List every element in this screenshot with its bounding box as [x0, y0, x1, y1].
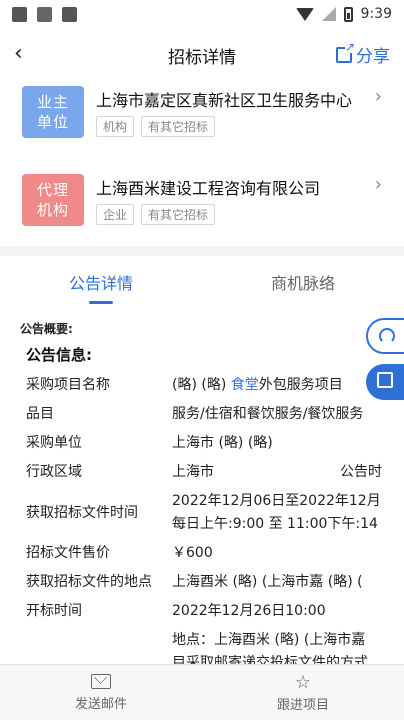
- row-label: 行政区域: [26, 464, 82, 480]
- customer-service-button[interactable]: [366, 318, 404, 354]
- owner-badge-line2: 单位: [36, 113, 69, 131]
- tab-announcement-detail[interactable]: 公告详情: [0, 262, 202, 306]
- tag: 企业: [96, 204, 135, 225]
- agent-badge-line1: 代理: [36, 181, 69, 199]
- agent-card[interactable]: 代理 机构 上海酉米建设工程咨询有限公司 › 企业 有其它招标: [22, 174, 392, 230]
- tag: 机构: [96, 116, 135, 137]
- chevron-right-icon: ›: [374, 86, 382, 107]
- document-button[interactable]: [366, 364, 404, 400]
- row-value: ￥600: [172, 545, 213, 561]
- row-label: 获取招标文件时间: [26, 505, 138, 521]
- row-label: 招标文件售价: [26, 545, 110, 561]
- share-icon: [336, 40, 355, 63]
- app-a-icon: [62, 6, 77, 22]
- row-value: 2022年12月06日至2022年12月: [172, 493, 381, 509]
- back-chevron-icon[interactable]: ‹: [14, 43, 34, 65]
- agent-tags: 企业 有其它招标: [96, 204, 216, 225]
- gallery-icon: [37, 6, 52, 22]
- row-value: 上海酉米 (略) (上海市嘉 (略) (: [172, 574, 363, 590]
- owner-badge-line1: 业主: [36, 93, 69, 111]
- follow-project-label: 跟进项目: [276, 698, 329, 713]
- document-icon: [377, 372, 393, 388]
- row-label: 品目: [26, 406, 54, 422]
- row-label: 采购项目名称: [26, 377, 110, 393]
- row-value-suffix: 外包服务项目: [258, 377, 343, 393]
- status-bar: 9:39: [0, 0, 404, 28]
- star-icon: ☆: [294, 672, 312, 693]
- agent-badge-line2: 机构: [36, 201, 69, 219]
- battery-icon: [343, 6, 353, 22]
- tag[interactable]: 有其它招标: [141, 204, 216, 225]
- tab-business-context[interactable]: 商机脉络: [202, 262, 404, 306]
- headset-icon: [379, 328, 395, 344]
- section-divider: [0, 246, 404, 256]
- row-value: 上海市: [172, 464, 214, 480]
- row-label: 获取招标文件的地点: [26, 574, 152, 590]
- wifi-icon: [295, 7, 314, 21]
- status-icons-left: [12, 6, 77, 22]
- owner-name: 上海市嘉定区真新社区卫生服务中心: [96, 91, 353, 110]
- status-icons-right: 9:39: [295, 6, 392, 22]
- send-mail-label: 发送邮件: [74, 697, 127, 712]
- bottom-action-bar: 发送邮件 ☆ 跟进项目: [0, 664, 404, 720]
- share-button[interactable]: 分享: [336, 40, 390, 67]
- status-time: 9:39: [360, 6, 392, 22]
- summary-label: 公告概要:: [20, 322, 73, 336]
- owner-tags: 机构 有其它招标: [96, 116, 216, 137]
- row-value-prefix: (略) (略): [172, 377, 231, 393]
- chevron-right-icon: ›: [374, 174, 382, 195]
- mail-icon: [91, 674, 111, 689]
- agent-name: 上海酉米建设工程咨询有限公司: [96, 179, 321, 198]
- agent-badge: 代理 机构: [22, 174, 84, 226]
- owner-badge: 业主 单位: [22, 86, 84, 138]
- row-label: 采购单位: [26, 435, 82, 451]
- row-value: (略) (略) 食堂外包服务项目: [172, 374, 343, 394]
- row-label: 开标时间: [26, 603, 82, 619]
- share-label: 分享: [356, 47, 390, 67]
- row-value-line2: 每日上午:9:00 至 11:00下午:14: [172, 516, 378, 532]
- canteen-link[interactable]: 食堂: [231, 377, 259, 393]
- row-value: 服务/住宿和餐饮服务/餐饮服务: [172, 406, 364, 422]
- row-value-secondary: 公告时: [340, 464, 382, 480]
- owner-card[interactable]: 业主 单位 上海市嘉定区真新社区卫生服务中心 › 机构 有其它招标: [22, 86, 392, 142]
- tender-detail-page: 9:39 ‹ 招标详情 分享 业主 单位 上海市嘉定区真新社区卫生服务中心 › …: [0, 0, 404, 720]
- row-value: 2022年12月26日10:00: [172, 603, 326, 619]
- signal-icon: [321, 7, 336, 21]
- follow-project-button[interactable]: ☆ 跟进项目: [202, 665, 404, 720]
- detail-tabs: 公告详情 商机脉络: [0, 262, 404, 306]
- tag[interactable]: 有其它招标: [141, 116, 216, 137]
- extra-line: 地点：上海酉米 (略) (上海市嘉: [172, 632, 366, 648]
- send-mail-button[interactable]: 发送邮件: [0, 665, 202, 720]
- info-label: 公告信息:: [26, 346, 92, 364]
- notification-icon: [12, 6, 27, 22]
- nav-bar: ‹ 招标详情 分享: [0, 34, 404, 76]
- row-value: 上海市 (略) (略): [172, 435, 273, 451]
